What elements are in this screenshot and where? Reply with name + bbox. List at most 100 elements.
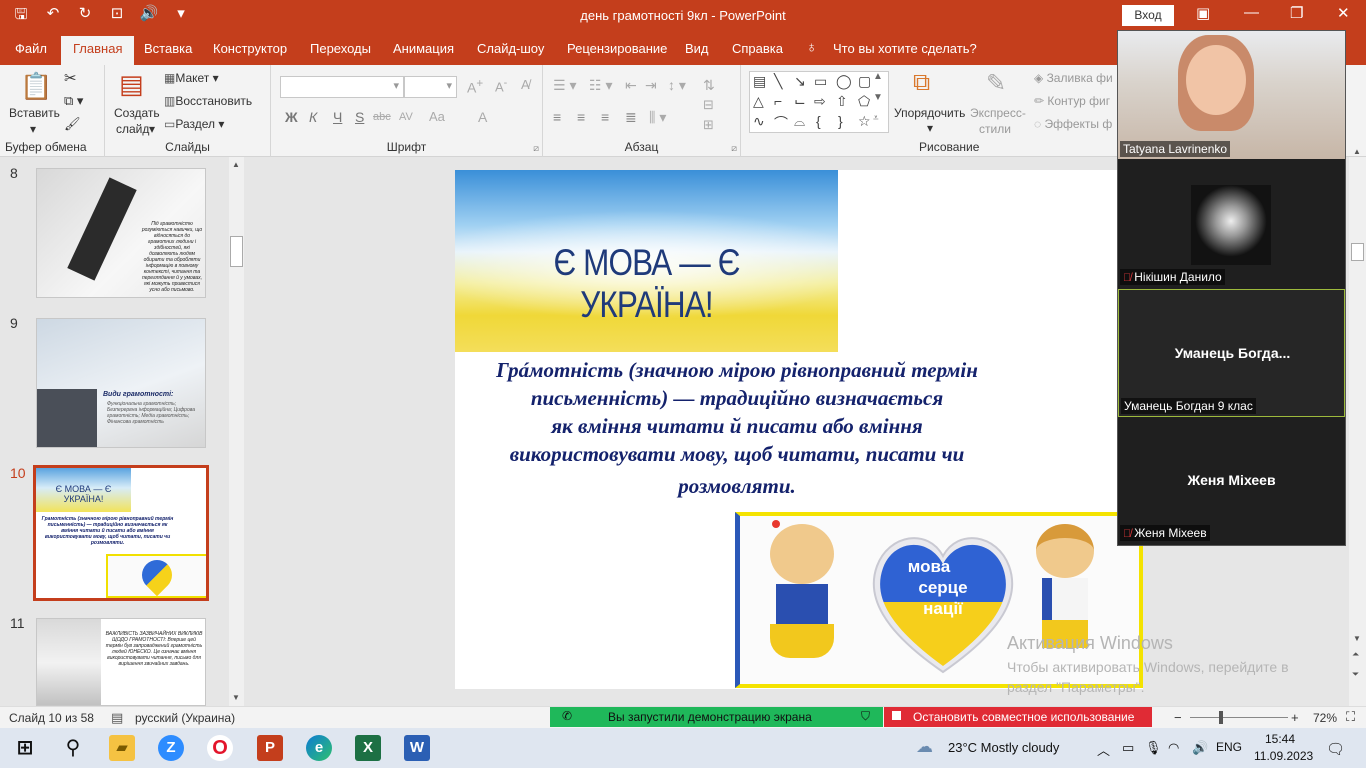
case-button[interactable]: Aa: [429, 109, 445, 124]
paste-dropdown-icon[interactable]: ▾: [30, 122, 36, 136]
freeform-shape-icon[interactable]: ⌒: [774, 113, 788, 133]
tell-me-input[interactable]: Что вы хотите сделать?: [833, 41, 977, 56]
pentagon-shape-icon[interactable]: ⬠: [858, 93, 870, 110]
word-icon[interactable]: W: [404, 735, 430, 761]
tab-home[interactable]: Главная: [61, 36, 135, 65]
participant-tile-4[interactable]: Женя Міхеев 🎙̸ Женя Міхеев: [1118, 417, 1345, 545]
participant-tile-2[interactable]: 🎙̸ Нікішин Данило: [1118, 159, 1345, 289]
tray-overflow-icon[interactable]: ︿: [1097, 740, 1110, 759]
italic-button[interactable]: К: [309, 109, 317, 125]
gallery-more-icon[interactable]: ⩡: [873, 113, 879, 124]
paste-button[interactable]: Вставить: [9, 106, 60, 120]
line-shape-icon[interactable]: ╲: [774, 73, 782, 90]
arc-shape-icon[interactable]: ⌓: [794, 113, 805, 130]
zoom-app-icon[interactable]: Z: [158, 735, 184, 761]
close-icon[interactable]: ✕: [1337, 4, 1350, 22]
right-arrow-shape-icon[interactable]: ⇨: [814, 93, 826, 110]
columns-icon[interactable]: ⫼ ▾: [649, 109, 666, 126]
next-slide-icon[interactable]: ⏷: [1352, 669, 1359, 680]
shapes-gallery[interactable]: ▤ ╲ ↘ ▭ ◯ ▢ △ ⌐ ⌙ ⇨ ⇧ ⬠ ∿ ⌒ ⌓ { } ☆: [749, 71, 889, 133]
language-status[interactable]: русский (Украина): [135, 711, 235, 725]
gallery-up-icon[interactable]: ▲: [873, 71, 883, 82]
bullets-icon[interactable]: ☰ ▾: [553, 77, 576, 94]
connector-shape-icon[interactable]: ⌙: [794, 93, 806, 110]
font-dialog-icon[interactable]: ⧄: [533, 143, 539, 154]
previous-slide-icon[interactable]: ⏶: [1352, 649, 1359, 660]
text-direction-icon[interactable]: ⇅: [703, 77, 715, 94]
volume-icon[interactable]: 🔊: [1192, 740, 1208, 756]
arrange-button[interactable]: Упорядочить: [894, 106, 965, 120]
paragraph-dialog-icon[interactable]: ⧄: [731, 143, 737, 154]
quick-styles-button-line2[interactable]: стили: [979, 122, 1011, 136]
rounded-rect-shape-icon[interactable]: ▢: [858, 73, 871, 90]
quick-styles-icon[interactable]: ✎: [986, 69, 1006, 98]
zoom-out-icon[interactable]: −: [1174, 710, 1182, 725]
thumbnail-scroll-thumb[interactable]: [230, 236, 243, 267]
new-slide-button[interactable]: Создать: [114, 106, 160, 120]
cut-icon[interactable]: ✂: [64, 69, 77, 87]
slide-body-text[interactable]: Грáмотність (значною мірою рівноправний …: [463, 356, 1011, 500]
shrink-font-icon[interactable]: A-: [495, 77, 507, 94]
star-shape-icon[interactable]: ☆: [858, 113, 871, 130]
align-left-icon[interactable]: ≡: [553, 109, 561, 125]
scroll-down-icon[interactable]: ▼: [232, 693, 240, 702]
thumbnail-scrollbar[interactable]: ▲ ▼: [229, 157, 244, 706]
slide-thumbnail-8[interactable]: Під грамотністю розуміються навички, що …: [36, 168, 206, 298]
clock-date[interactable]: 11.09.2023: [1254, 749, 1313, 763]
tab-transitions[interactable]: Переходы: [310, 41, 371, 56]
decrease-indent-icon[interactable]: ⇤: [625, 77, 637, 94]
zoom-slider[interactable]: [1190, 717, 1288, 718]
section-button[interactable]: ▭ Раздел ▾: [164, 117, 224, 131]
new-slide-dropdown-icon[interactable]: ▾: [149, 122, 155, 136]
curve-shape-icon[interactable]: ∿: [753, 113, 765, 130]
new-slide-icon[interactable]: ▤: [119, 69, 144, 100]
right-brace-shape-icon[interactable]: }: [838, 113, 843, 129]
tab-animations[interactable]: Анимация: [393, 41, 454, 56]
smartart-icon[interactable]: ⊞: [703, 117, 714, 133]
stop-sharing-button[interactable]: Остановить совместное использование: [884, 707, 1152, 727]
spacing-button[interactable]: AV: [399, 111, 413, 123]
participant-tile-1[interactable]: Tatyana Lavrinenko: [1118, 31, 1345, 159]
search-icon[interactable]: ⚲: [60, 735, 86, 761]
shape-effects-button[interactable]: ◌ Эффекты ф: [1034, 117, 1112, 131]
slide-scrollbar[interactable]: ▲ ▼ ⏶ ⏷: [1349, 147, 1366, 706]
underline-button[interactable]: Ч: [333, 109, 342, 125]
slide-canvas[interactable]: Є МОВА — Є УКРАЇНА! Грáмотність (значною…: [455, 170, 1143, 689]
signin-button[interactable]: Вход: [1122, 5, 1174, 26]
arrange-icon[interactable]: ⧉: [913, 69, 930, 97]
slide-thumbnail-10[interactable]: Є МОВА — Є УКРАЇНА! Грамотність (значною…: [33, 465, 209, 601]
zoom-level[interactable]: 72%: [1313, 711, 1337, 725]
new-slide-button-line2[interactable]: слайд: [116, 122, 149, 136]
oval-shape-icon[interactable]: ◯: [836, 73, 852, 90]
weather-text[interactable]: 23°C Mostly cloudy: [948, 740, 1059, 755]
zoom-in-icon[interactable]: +: [1291, 710, 1299, 725]
scroll-down-icon[interactable]: ▼: [1353, 634, 1361, 643]
numbering-icon[interactable]: ☷ ▾: [589, 77, 612, 94]
shape-outline-button[interactable]: ✏ Контур фиг: [1034, 94, 1110, 108]
tab-insert[interactable]: Вставка: [144, 41, 192, 56]
textbox-shape-icon[interactable]: ▤: [753, 73, 766, 90]
increase-indent-icon[interactable]: ⇥: [645, 77, 657, 94]
windows-start-icon[interactable]: ⊞: [12, 735, 38, 761]
file-explorer-icon[interactable]: ▰: [109, 735, 135, 761]
fit-to-window-icon[interactable]: ⛶: [1346, 709, 1355, 725]
font-color-button[interactable]: A: [478, 109, 487, 125]
ribbon-display-icon[interactable]: ▣: [1196, 4, 1210, 22]
slide-thumbnail-9[interactable]: Види грамотності: Функціональна грамотні…: [36, 318, 206, 448]
quick-styles-button[interactable]: Экспресс-: [970, 106, 1026, 120]
tab-design[interactable]: Конструктор: [213, 41, 287, 56]
bold-button[interactable]: Ж: [285, 109, 298, 125]
tab-file[interactable]: Файл: [15, 41, 47, 56]
paste-icon[interactable]: 📋: [20, 71, 52, 102]
slide-scroll-thumb[interactable]: [1351, 243, 1364, 261]
arrow-line-shape-icon[interactable]: ↘: [794, 73, 806, 90]
grow-font-icon[interactable]: A+: [467, 77, 483, 96]
triangle-shape-icon[interactable]: △: [753, 93, 764, 110]
font-size-select[interactable]: ▾: [404, 76, 457, 98]
opera-icon[interactable]: O: [207, 735, 233, 761]
align-right-icon[interactable]: ≡: [601, 109, 609, 125]
tab-review[interactable]: Рецензирование: [567, 41, 667, 56]
gallery-down-icon[interactable]: ▼: [873, 92, 883, 103]
restore-icon[interactable]: ❐: [1290, 4, 1303, 22]
align-text-icon[interactable]: ⊟: [703, 97, 714, 113]
